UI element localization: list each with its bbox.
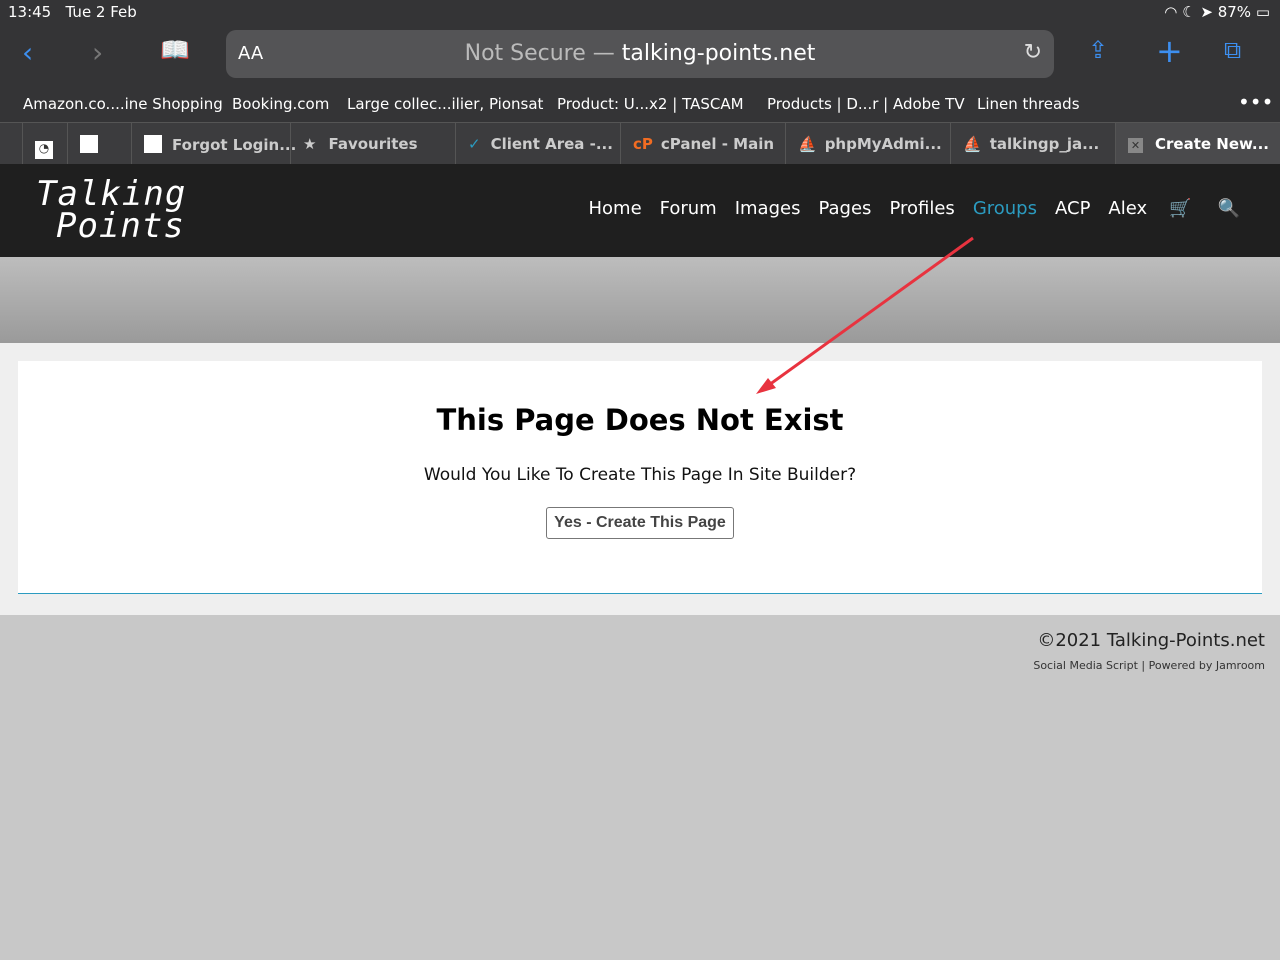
annotation-arrow <box>756 236 974 394</box>
